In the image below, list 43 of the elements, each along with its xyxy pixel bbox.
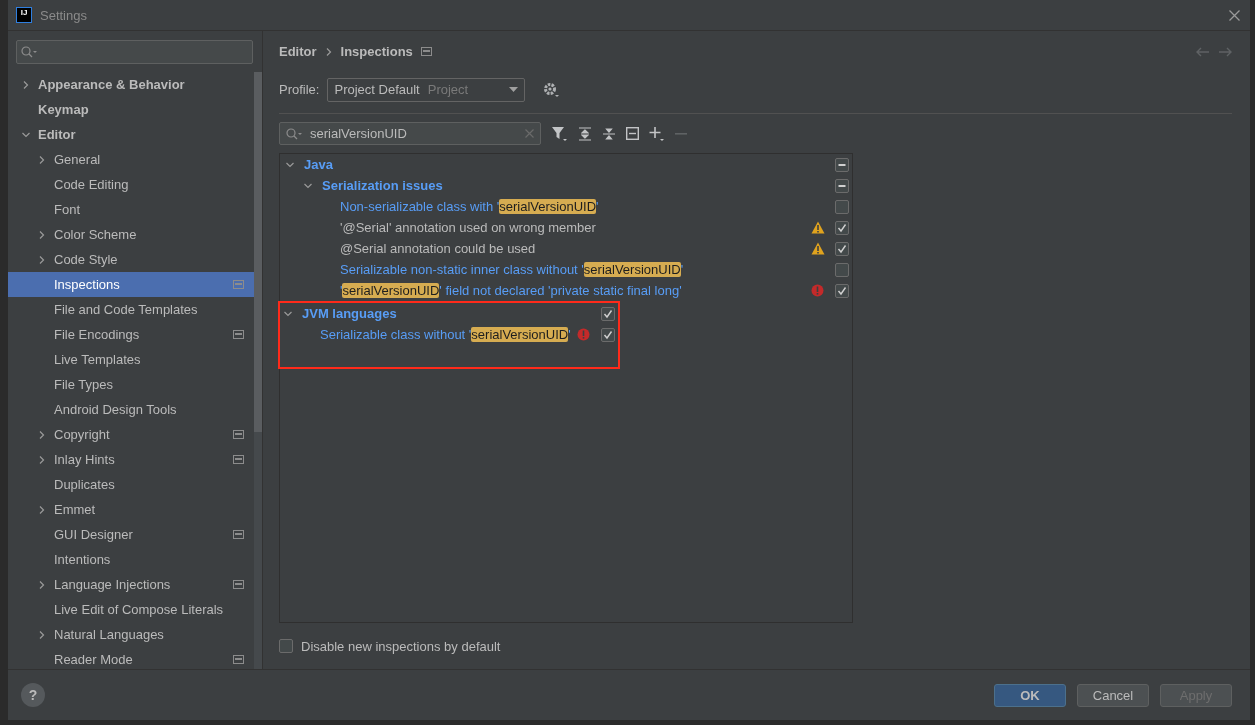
ok-button[interactable]: OK: [994, 683, 1066, 707]
dialog-button[interactable]: Cancel: [1077, 683, 1149, 707]
filter-field[interactable]: serialVersionUID: [279, 122, 541, 146]
app-logo: IJ: [16, 7, 32, 23]
inspection-label[interactable]: Serializable non-static inner class without 'serialVersionUID': [340, 262, 811, 278]
sidebar-item[interactable]: Color Scheme: [8, 222, 254, 247]
sidebar-item[interactable]: Live Templates: [8, 347, 254, 372]
breadcrumb-item: Inspections: [340, 44, 413, 60]
sidebar-item[interactable]: File Types: [8, 372, 254, 397]
inspection-label[interactable]: '@Serial' annotation used on wrong member: [340, 220, 811, 236]
sidebar-item[interactable]: Live Edit of Compose Literals: [8, 597, 254, 622]
profile-label: Profile:: [279, 82, 320, 98]
sidebar-item[interactable]: Reader Mode: [8, 647, 254, 669]
sidebar-item[interactable]: Copyright: [8, 422, 254, 447]
sidebar-item[interactable]: Intentions: [8, 547, 254, 572]
help-button[interactable]: ?: [21, 683, 45, 707]
sidebar-item[interactable]: Natural Languages: [8, 622, 254, 647]
sidebar-item[interactable]: Appearance & Behavior: [8, 72, 254, 97]
sidebar-item[interactable]: Inspections: [8, 272, 254, 297]
profile-dropdown[interactable]: Project Default Project: [327, 77, 526, 102]
sidebar-item[interactable]: Code Editing: [8, 172, 254, 197]
sidebar-item[interactable]: Android Design Tools: [8, 397, 254, 422]
sidebar-item[interactable]: Emmet: [8, 497, 254, 522]
inspection-label[interactable]: 'serialVersionUID' field not declared 'private static final long': [340, 283, 811, 299]
sidebar-item[interactable]: Font: [8, 197, 254, 222]
group-label[interactable]: Serialization issues: [322, 178, 835, 194]
checkbox-label: Disable new inspections by default: [301, 638, 501, 654]
inspection-label[interactable]: Serializable class without 'serialVersionUID': [320, 327, 577, 343]
sidebar-item[interactable]: Language Injections: [8, 572, 254, 597]
group-label[interactable]: JVM languages: [302, 306, 601, 322]
sidebar-item[interactable]: Keymap: [8, 97, 254, 122]
sidebar-item[interactable]: Inlay Hints: [8, 447, 254, 472]
group-label[interactable]: Java: [304, 157, 835, 173]
breadcrumb-item: Editor: [279, 44, 317, 60]
inspection-label[interactable]: @Serial annotation could be used: [340, 241, 811, 257]
sidebar-item[interactable]: GUI Designer: [8, 522, 254, 547]
sidebar-item[interactable]: File and Code Templates: [8, 297, 254, 322]
sidebar-item[interactable]: File Encodings: [8, 322, 254, 347]
sidebar-item[interactable]: Editor: [8, 122, 254, 147]
sidebar-item[interactable]: General: [8, 147, 254, 172]
sidebar-item[interactable]: Code Style: [8, 247, 254, 272]
sidebar-item[interactable]: Duplicates: [8, 472, 254, 497]
window-title: Settings: [40, 7, 88, 23]
